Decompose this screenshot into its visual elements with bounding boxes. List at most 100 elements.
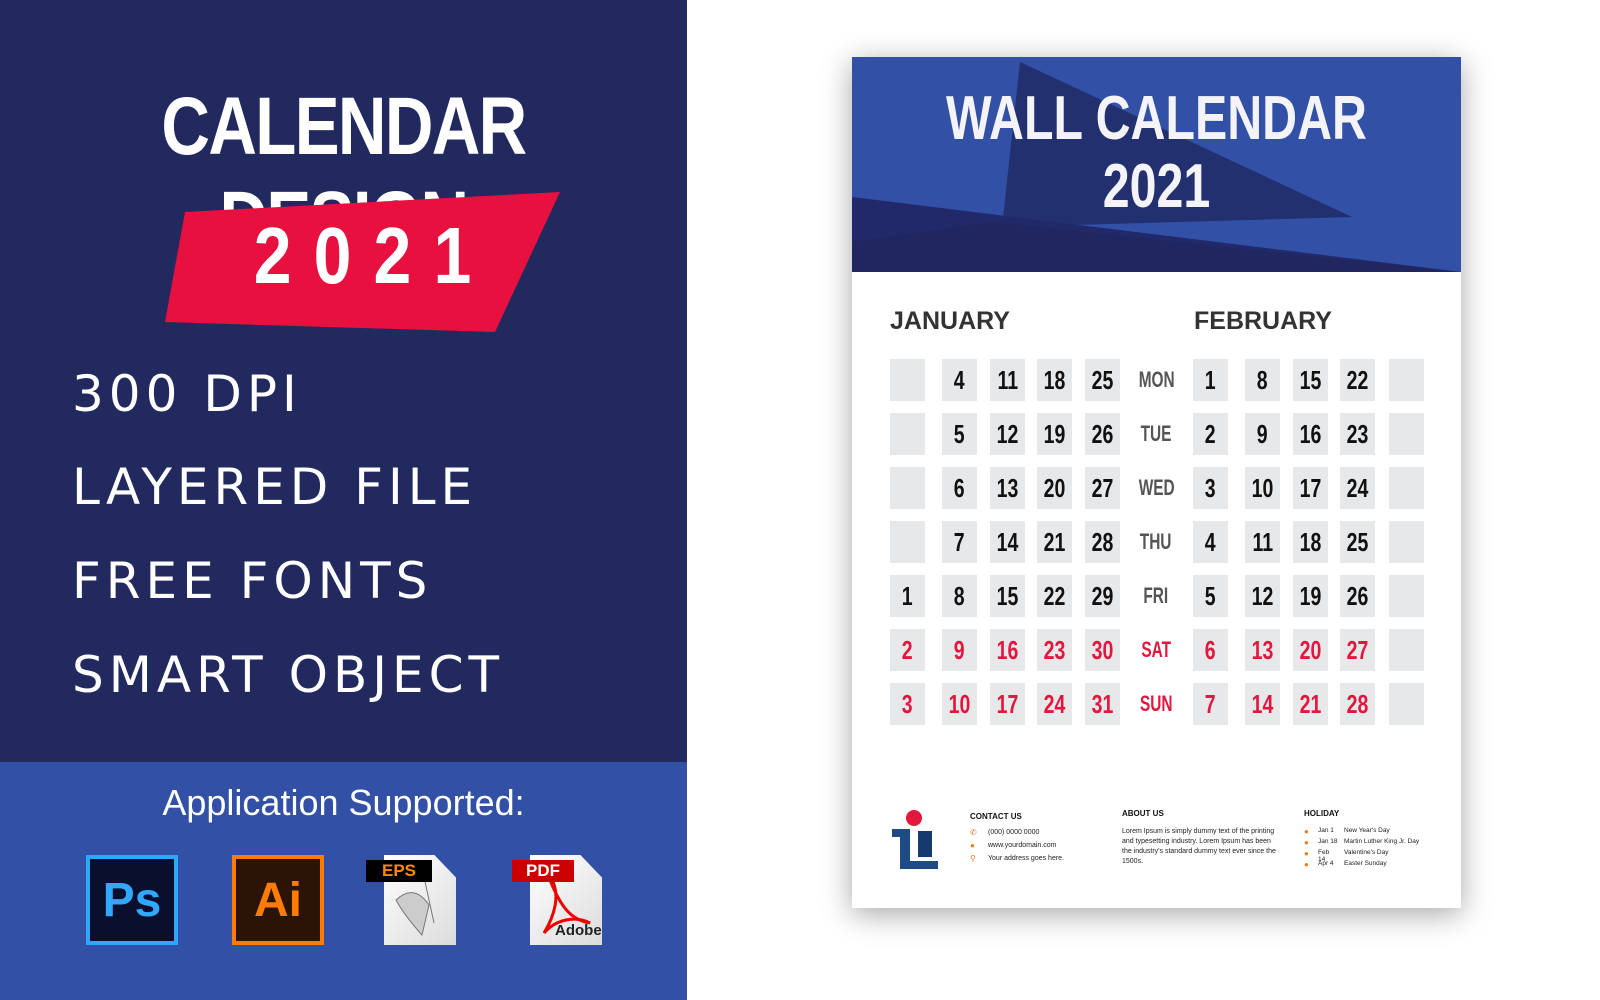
day-cell: 15 (990, 575, 1025, 617)
day-cell: 28 (1340, 683, 1375, 725)
day-cell: 1 (890, 575, 925, 617)
empty-day-cell (890, 521, 925, 563)
feature-layered: LAYERED FILE (72, 458, 478, 516)
day-cell: 8 (942, 575, 977, 617)
day-cell: 9 (1245, 413, 1280, 455)
day-cell: 6 (1193, 629, 1228, 671)
empty-day-cell (1389, 359, 1424, 401)
day-cell: 29 (1085, 575, 1120, 617)
day-cell: 10 (1245, 467, 1280, 509)
empty-day-cell (1389, 575, 1424, 617)
contact-web: ● www.yourdomain.com (970, 841, 1057, 850)
weekday-label: SAT (1141, 637, 1171, 662)
day-cell: 26 (1340, 575, 1375, 617)
weekday-label: SUN (1139, 691, 1173, 716)
apps-label: Application Supported: (162, 782, 525, 823)
day-cell: 17 (1293, 467, 1328, 509)
day-cell: 9 (942, 629, 977, 671)
day-cell: 23 (1340, 413, 1375, 455)
empty-day-cell (1389, 683, 1424, 725)
holiday-name: New Year's Day (1344, 827, 1390, 834)
about-heading: ABOUT US (1122, 809, 1164, 818)
day-cell: 20 (1037, 467, 1072, 509)
calendar-header: WALL CALENDAR 2021 (852, 57, 1461, 272)
about-text: Lorem Ipsum is simply dummy text of the … (1122, 828, 1276, 865)
day-cell: 22 (1340, 359, 1375, 401)
feature-dpi: 300 DPI (72, 365, 302, 423)
day-cell: 30 (1085, 629, 1120, 671)
day-cell: 26 (1085, 413, 1120, 455)
holiday-name: Martin Luther King Jr. Day (1344, 838, 1420, 845)
photoshop-icon: Ps (86, 855, 178, 945)
pdf-label: PDF (512, 860, 574, 882)
day-cell: 13 (1245, 629, 1280, 671)
day-cell: 4 (942, 359, 977, 401)
day-cell: 7 (1193, 683, 1228, 725)
weekday-label: THU (1140, 529, 1172, 554)
contact-phone: ✆ (000) 0000 0000 (970, 828, 1040, 837)
bullet-icon: ● (1304, 860, 1309, 869)
empty-day-cell (890, 413, 925, 455)
weekday-label: MON (1138, 367, 1175, 392)
globe-icon: ● (970, 841, 975, 850)
holiday-date: Apr 4 (1318, 860, 1334, 867)
day-cell: 28 (1085, 521, 1120, 563)
month-name-february: FEBRUARY (1194, 307, 1332, 335)
day-cell: 16 (1293, 413, 1328, 455)
holiday-date: Jan 18 (1318, 838, 1338, 845)
day-cell: 22 (1037, 575, 1072, 617)
weekday-label: WED (1138, 475, 1175, 500)
contact-address: ⚲ Your address goes here. (970, 854, 1065, 863)
day-cell: 17 (990, 683, 1025, 725)
day-cell: 19 (1037, 413, 1072, 455)
day-cell: 11 (990, 359, 1025, 401)
day-cell: 5 (1193, 575, 1228, 617)
day-cell: 27 (1085, 467, 1120, 509)
day-cell: 18 (1293, 521, 1328, 563)
holiday-date: Jan 1 (1318, 827, 1334, 834)
day-cell: 2 (1193, 413, 1228, 455)
day-cell: 11 (1245, 521, 1280, 563)
holiday-item: ● Jan 18 Martin Luther King Jr. Day (1304, 838, 1419, 847)
empty-day-cell (1389, 467, 1424, 509)
day-cell: 14 (1245, 683, 1280, 725)
day-cell: 14 (990, 521, 1025, 563)
day-cell: 25 (1340, 521, 1375, 563)
holiday-heading: HOLIDAY (1304, 809, 1340, 818)
empty-day-cell (1389, 413, 1424, 455)
empty-day-cell (1389, 629, 1424, 671)
day-cell: 21 (1293, 683, 1328, 725)
day-cell: 12 (1245, 575, 1280, 617)
logo-icon (892, 810, 938, 869)
day-cell: 18 (1037, 359, 1072, 401)
calendar-title: WALL CALENDAR 2021 (946, 84, 1367, 221)
holiday-item: ● Jan 1 New Year's Day (1304, 827, 1390, 836)
day-cell: 25 (1085, 359, 1120, 401)
day-cell: 5 (942, 413, 977, 455)
phone-icon: ✆ (970, 828, 977, 837)
day-cell: 31 (1085, 683, 1120, 725)
adobe-label: Adobe (555, 922, 602, 939)
day-cell: 6 (942, 467, 977, 509)
feature-fonts: FREE FONTS (72, 552, 433, 610)
bullet-icon: ● (1304, 838, 1309, 847)
day-cell: 16 (990, 629, 1025, 671)
day-cell: 1 (1193, 359, 1228, 401)
day-cell: 21 (1037, 521, 1072, 563)
day-cell: 24 (1340, 467, 1375, 509)
day-cell: 24 (1037, 683, 1072, 725)
day-cell: 23 (1037, 629, 1072, 671)
day-cell: 19 (1293, 575, 1328, 617)
contact-heading: CONTACT US (970, 812, 1022, 821)
promo-panel: CALENDAR DESIGN 2021 300 DPI LAYERED FIL… (0, 0, 687, 762)
weekday-label: FRI (1143, 583, 1169, 608)
day-cell: 3 (1193, 467, 1228, 509)
illustrator-icon: Ai (232, 855, 324, 945)
day-cell: 10 (942, 683, 977, 725)
eps-label: EPS (366, 860, 432, 882)
day-cell: 7 (942, 521, 977, 563)
day-cell: 12 (990, 413, 1025, 455)
day-cell: 2 (890, 629, 925, 671)
month-name-january: JANUARY (890, 307, 1010, 335)
location-pin-icon: ⚲ (970, 854, 976, 863)
